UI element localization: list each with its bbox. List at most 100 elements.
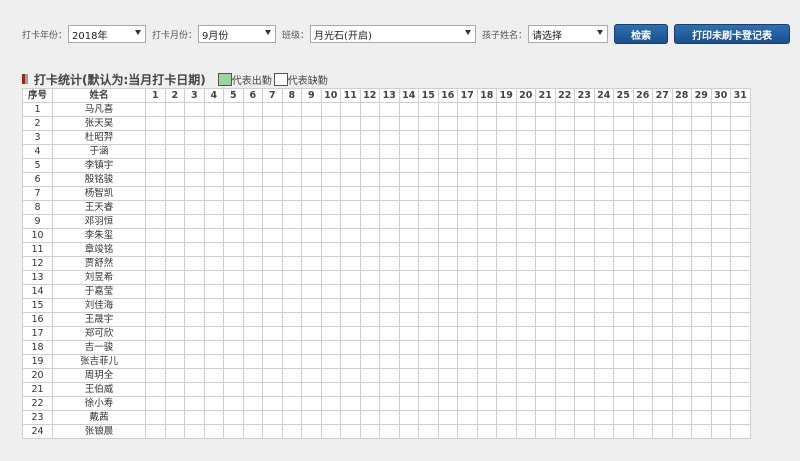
attendance-cell (203, 186, 224, 201)
child-select[interactable]: 请选择 (528, 25, 609, 43)
attendance-cell (379, 116, 400, 131)
attendance-cell (457, 242, 478, 257)
attendance-cell (359, 410, 380, 425)
attendance-cell (671, 270, 692, 285)
attendance-cell (632, 228, 653, 243)
attendance-cell (437, 382, 458, 397)
attendance-cell (418, 326, 439, 341)
attendance-cell (476, 410, 497, 425)
class-label: 班级： (282, 30, 310, 41)
attendance-cell (281, 354, 302, 369)
table-row: 10 李朱玺 (22, 228, 751, 243)
attendance-cell (223, 326, 244, 341)
attendance-cell (262, 396, 283, 411)
month-select[interactable]: 9月份 (198, 25, 277, 43)
attendance-cell (379, 382, 400, 397)
attendance-cell (184, 186, 205, 201)
attendance-cell (535, 256, 556, 271)
attendance-cell (652, 242, 673, 257)
attendance-cell (515, 298, 536, 313)
attendance-cell (320, 326, 341, 341)
attendance-cell (242, 368, 263, 383)
attendance-cell (164, 186, 185, 201)
attendance-cell (184, 424, 205, 439)
attendance-cell (710, 396, 731, 411)
attendance-cell (671, 396, 692, 411)
attendance-cell (164, 326, 185, 341)
attendance-cell (457, 396, 478, 411)
row-name-cell: 刘佳海 (52, 298, 146, 313)
attendance-cell (379, 158, 400, 173)
attendance-cell (652, 410, 673, 425)
print-unswiped-button[interactable]: 打印未刷卡登记表 (674, 24, 791, 44)
attendance-cell (242, 144, 263, 159)
attendance-cell (515, 172, 536, 187)
attendance-cell (398, 144, 419, 159)
class-select[interactable]: 月光石(开启) (310, 25, 477, 43)
attendance-cell (632, 102, 653, 117)
search-button[interactable]: 检索 (614, 24, 669, 44)
attendance-cell (320, 424, 341, 439)
attendance-cell (398, 172, 419, 187)
attendance-cell (164, 368, 185, 383)
attendance-cell (515, 102, 536, 117)
attendance-cell (379, 312, 400, 327)
attendance-cell (379, 200, 400, 215)
attendance-cell (574, 368, 595, 383)
attendance-cell (281, 424, 302, 439)
attendance-cell (379, 270, 400, 285)
attendance-cell (359, 102, 380, 117)
attendance-cell (281, 382, 302, 397)
attendance-cell (223, 200, 244, 215)
attendance-cell (398, 214, 419, 229)
col-header-day: 22 (554, 88, 575, 103)
attendance-cell (203, 326, 224, 341)
attendance-cell (515, 242, 536, 257)
attendance-cell (164, 298, 185, 313)
attendance-cell (164, 312, 185, 327)
row-seq-cell: 2 (22, 116, 53, 131)
row-seq-cell: 13 (22, 270, 53, 285)
year-select[interactable]: 2018年 (68, 25, 147, 43)
table-row: 15 刘佳海 (22, 298, 751, 313)
row-seq-cell: 16 (22, 312, 53, 327)
attendance-cell (652, 368, 673, 383)
attendance-cell (320, 354, 341, 369)
attendance-cell (574, 242, 595, 257)
attendance-cell (223, 340, 244, 355)
attendance-cell (574, 270, 595, 285)
attendance-cell (496, 298, 517, 313)
attendance-cell (671, 242, 692, 257)
attendance-cell (593, 354, 614, 369)
attendance-cell (320, 172, 341, 187)
attendance-cell (652, 382, 673, 397)
attendance-cell (652, 186, 673, 201)
attendance-cell (301, 368, 322, 383)
attendance-cell (574, 228, 595, 243)
attendance-cell (203, 214, 224, 229)
attendance-cell (457, 340, 478, 355)
attendance-cell (515, 410, 536, 425)
attendance-cell (476, 172, 497, 187)
col-header-day: 16 (437, 88, 458, 103)
attendance-cell (359, 312, 380, 327)
attendance-cell (613, 116, 634, 131)
attendance-cell (418, 158, 439, 173)
attendance-cell (320, 298, 341, 313)
attendance-cell (710, 256, 731, 271)
attendance-cell (281, 340, 302, 355)
attendance-cell (184, 340, 205, 355)
attendance-table: 序号 姓名 1 2 3 4 5 6 7 8 9 10 11 12 13 14 15 16 17 18 19 20 21 22 2… (22, 88, 751, 439)
attendance-cell (203, 270, 224, 285)
row-seq-cell: 8 (22, 200, 53, 215)
attendance-cell (691, 172, 712, 187)
attendance-cell (515, 354, 536, 369)
attendance-cell (320, 102, 341, 117)
attendance-cell (320, 116, 341, 131)
attendance-cell (301, 270, 322, 285)
attendance-cell (320, 186, 341, 201)
attendance-cell (730, 102, 751, 117)
attendance-cell (710, 368, 731, 383)
attendance-cell (476, 200, 497, 215)
attendance-cell (437, 130, 458, 145)
